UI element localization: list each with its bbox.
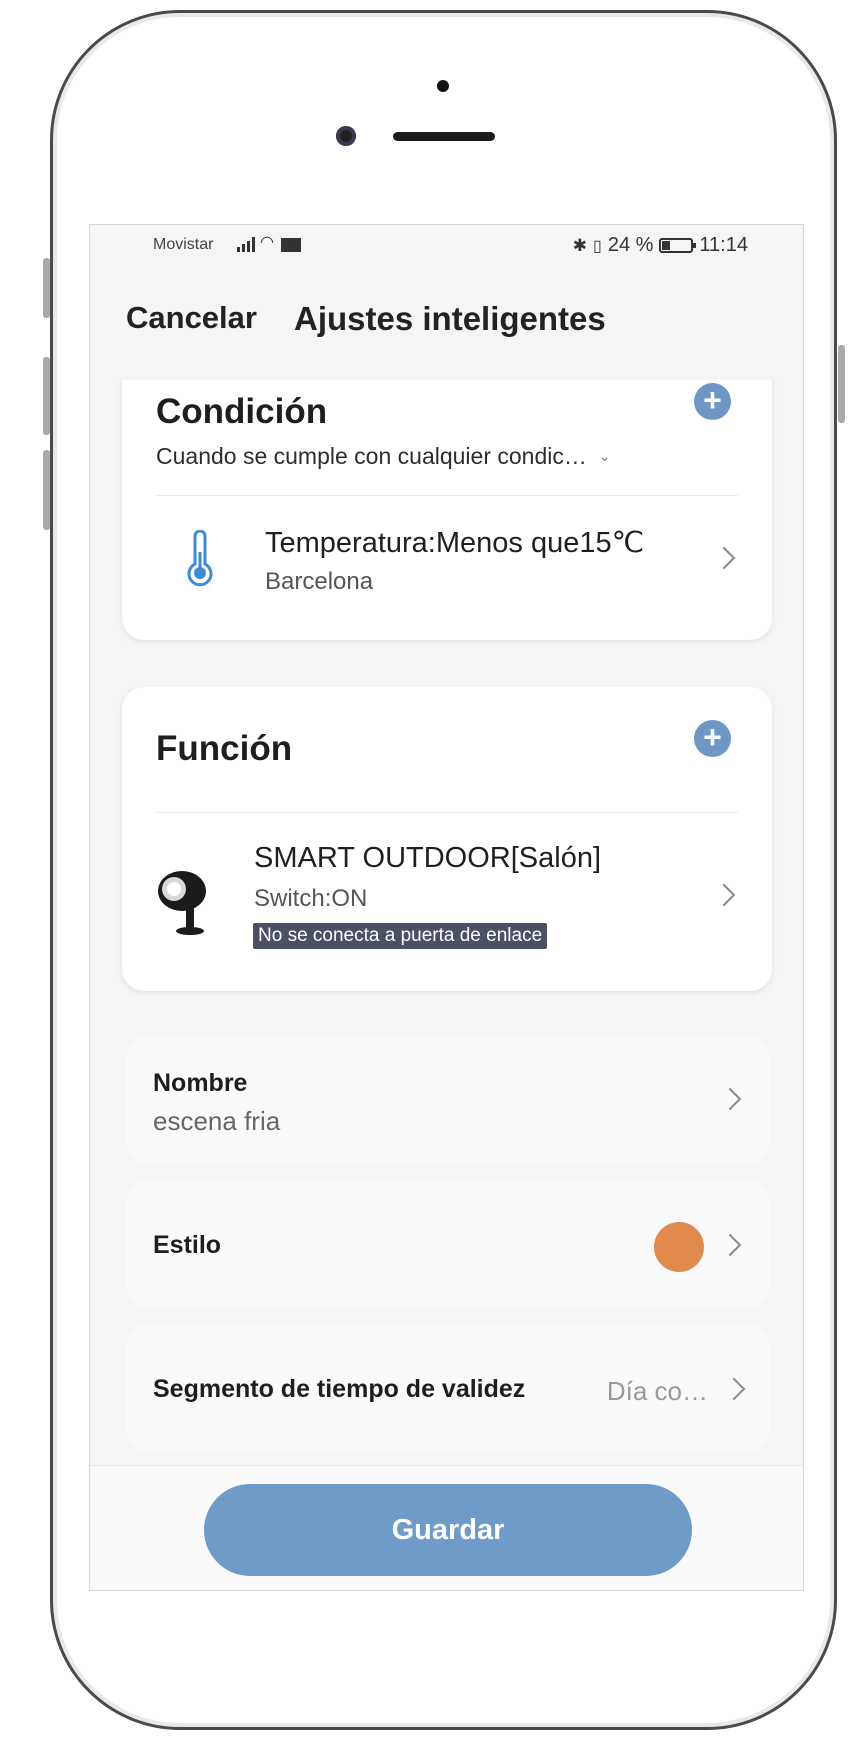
function-title: Función bbox=[156, 729, 293, 768]
validity-value: Día co… bbox=[606, 1376, 708, 1406]
chevron-right-icon bbox=[722, 1377, 746, 1401]
chevron-down-icon: ⌄ bbox=[598, 448, 611, 464]
style-color-swatch bbox=[654, 1222, 704, 1272]
condition-mode-dropdown[interactable]: Cuando se cumple con cualquier condic… ⌄ bbox=[156, 443, 611, 470]
chevron-right-icon bbox=[712, 546, 736, 570]
condition-card: Condición + Cuando se cumple con cualqui… bbox=[122, 380, 772, 640]
app-screen: Movistar ◠ ✱ ▯ 24 % 11:14 Cancelar Ajust… bbox=[89, 224, 804, 1591]
style-label: Estilo bbox=[153, 1231, 222, 1259]
vibrate-icon: ▯ bbox=[593, 237, 602, 255]
status-left-icons: ◠ bbox=[237, 234, 301, 252]
wifi-icon: ◠ bbox=[260, 234, 274, 251]
outdoor-spotlight-icon bbox=[158, 871, 206, 935]
page-title: Ajustes inteligentes bbox=[294, 300, 606, 337]
condition-mode-label: Cuando se cumple con cualquier condic… bbox=[156, 443, 587, 469]
signal-icon bbox=[237, 236, 255, 252]
condition-item-title: Temperatura:Menos que15℃ bbox=[265, 527, 645, 559]
name-label: Nombre bbox=[153, 1069, 248, 1097]
condition-title: Condición bbox=[156, 392, 328, 431]
function-card: Función + SMART OUTDOOR[Salón] Switch:ON… bbox=[122, 687, 772, 991]
divider bbox=[156, 495, 738, 496]
name-value: escena fria bbox=[153, 1106, 281, 1136]
volume-up-button bbox=[43, 357, 50, 435]
status-bar: Movistar ◠ ✱ ▯ 24 % 11:14 bbox=[90, 225, 803, 263]
bottom-action-bar: Guardar bbox=[90, 1465, 803, 1590]
carrier-label: Movistar bbox=[153, 236, 214, 253]
add-condition-button[interactable]: + bbox=[694, 383, 731, 420]
chevron-right-icon bbox=[718, 1233, 742, 1257]
side-button bbox=[43, 258, 50, 318]
function-item[interactable]: SMART OUTDOOR[Salón] Switch:ON No se con… bbox=[122, 827, 772, 977]
divider bbox=[156, 812, 738, 813]
thermometer-icon bbox=[187, 530, 213, 587]
gateway-warning-badge: No se conecta a puerta de enlace bbox=[253, 923, 548, 949]
content-scroll[interactable]: Condición + Cuando se cumple con cualqui… bbox=[90, 380, 803, 1465]
save-button[interactable]: Guardar bbox=[204, 1484, 692, 1576]
name-setting-row[interactable]: Nombre escena fria bbox=[126, 1037, 770, 1163]
condition-item[interactable]: Temperatura:Menos que15℃ Barcelona bbox=[122, 510, 772, 620]
chevron-right-icon bbox=[712, 883, 736, 907]
battery-icon bbox=[659, 238, 697, 253]
function-item-action: Switch:ON bbox=[254, 885, 368, 912]
volume-down-button bbox=[43, 450, 50, 530]
power-button bbox=[838, 345, 845, 423]
mail-icon bbox=[280, 238, 301, 252]
add-function-button[interactable]: + bbox=[694, 720, 731, 757]
cancel-button[interactable]: Cancelar bbox=[126, 300, 257, 336]
chevron-right-icon bbox=[718, 1087, 742, 1111]
nav-bar: Cancelar Ajustes inteligentes bbox=[90, 280, 803, 350]
function-item-title: SMART OUTDOOR[Salón] bbox=[254, 842, 602, 874]
status-right-icons: ✱ ▯ 24 % 11:14 bbox=[573, 234, 748, 257]
validity-label: Segmento de tiempo de validez bbox=[153, 1375, 526, 1403]
bluetooth-icon: ✱ bbox=[572, 235, 588, 255]
style-setting-row[interactable]: Estilo bbox=[126, 1181, 770, 1307]
validity-setting-row[interactable]: Segmento de tiempo de validez Día co… bbox=[126, 1325, 770, 1451]
condition-item-location: Barcelona bbox=[265, 568, 374, 595]
battery-percent: 24 % bbox=[607, 234, 654, 256]
sensor-dot bbox=[437, 80, 449, 92]
clock: 11:14 bbox=[699, 234, 748, 256]
front-camera bbox=[336, 126, 356, 146]
earpiece-speaker bbox=[393, 132, 495, 141]
